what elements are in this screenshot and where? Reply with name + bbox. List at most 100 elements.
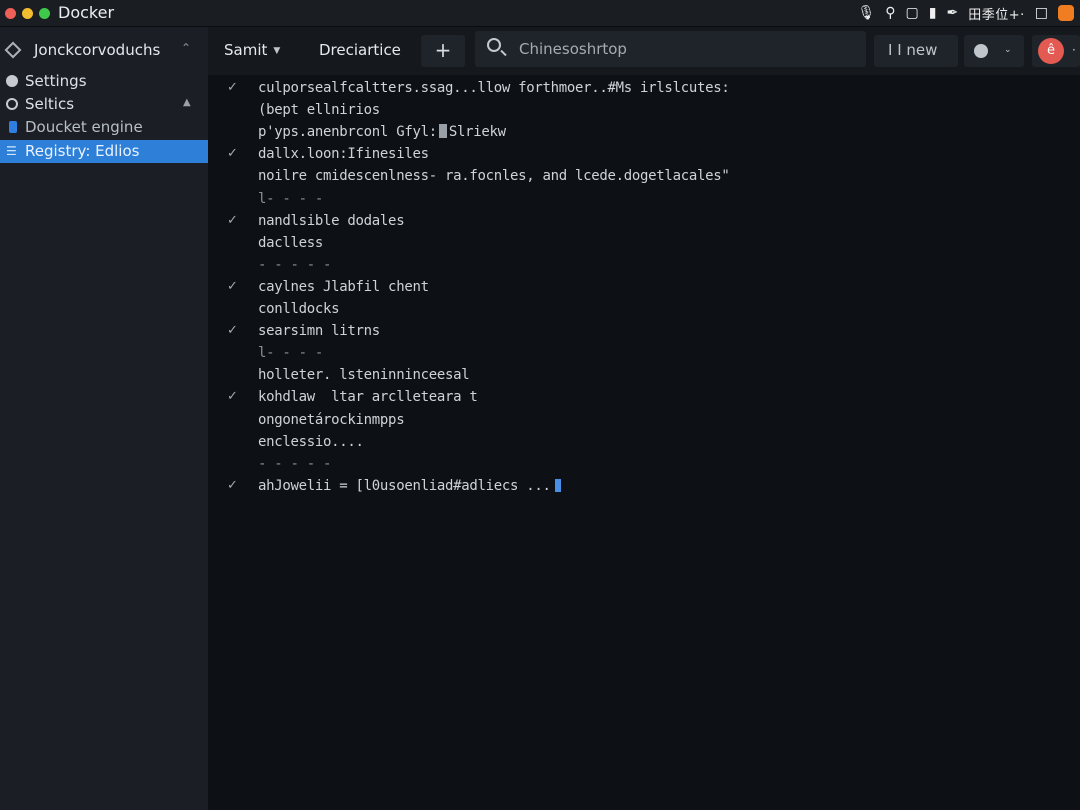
check-icon: ✓ [227,323,238,338]
menubar-icons: 🎙︎ ⚲ ▢ ▮ ✒ 田季位+· □ [858,2,1074,24]
log-line-text: enclessio.... [258,434,364,450]
input-method-icon[interactable]: 田季位+· [968,4,1025,23]
log-line-text: daclless [258,235,323,251]
lion-icon[interactable] [1058,5,1074,21]
registry-icon: ☰ [6,144,17,158]
minimize-window-button[interactable] [22,8,33,19]
log-line-text: kohdlaw ltar arclleteara t [258,389,478,405]
sidebar-item-registry[interactable]: ☰ Registry: Edlios [0,140,208,163]
check-icon: ✓ [227,389,238,404]
caret-down-icon: ⌄ [1004,45,1012,55]
log-text: l- - - - [258,191,324,207]
log-text: caylnes Jlabfil chent [258,279,429,295]
log-line: ongonetárockinmpps [208,410,1080,432]
log-line: holleter. lsteninninceesal [208,365,1080,387]
search-bar [475,31,866,67]
chevron-up-icon[interactable]: ⌃ [181,41,191,55]
add-button[interactable]: + [421,35,465,67]
log-text: nandlsible dodales [258,213,405,229]
log-text: kohdlaw ltar arclleteara t [258,389,478,405]
log-text: (bept ellnirios [258,102,380,118]
search-input[interactable] [519,37,849,61]
log-text: ahJowelii = [l0usoenliad#adliecs ... [258,478,551,494]
sidebar-item-seltics[interactable]: Seltics ▲ [0,93,208,116]
log-line: l- - - - [208,189,1080,211]
user-menu[interactable]: ê · [1032,35,1080,67]
log-text: enclessio.... [258,434,364,450]
log-text: holleter. lsteninninceesal [258,367,470,383]
check-icon: ✓ [227,279,238,294]
log-text: - - - - - [258,257,332,273]
close-window-button[interactable] [5,8,16,19]
log-line-text: dallx.loon:Ifinesiles [258,146,429,162]
caret-down-icon: ▼ [273,46,281,56]
sidebar: Jonckcorvoduchs ⌃ Settings Seltics ▲ Dou… [0,27,208,810]
avatar: ê [1038,38,1064,64]
log-line-text: culporsealfcaltters.ssag...llow forthmoe… [258,80,730,96]
check-icon: ✓ [227,213,238,228]
sidebar-item-label: Registry: Edlios [25,142,140,160]
log-line: ✓ dallx.loon:Ifinesiles [208,144,1080,166]
title-bar: Docker 🎙︎ ⚲ ▢ ▮ ✒ 田季位+· □ [0,0,1080,27]
log-line: p'yps.anenbrconl Gfyl: Slriekw [208,122,1080,144]
sidebar-header-label: Jonckcorvoduchs [34,41,161,59]
search-icon[interactable]: ⚲ [885,2,895,24]
log-text: noilre cmidescenlness- ra.focnles, and l… [258,168,730,184]
log-text: p'yps.anenbrconl Gfyl: [258,124,437,140]
new-button[interactable]: I I new [874,35,958,67]
window-icon[interactable]: □ [1035,2,1048,24]
log-line: ✓ ahJowelii = [l0usoenliad#adliecs ... [208,476,1080,498]
log-text: dallx.loon:Ifinesiles [258,146,429,162]
log-line-text: p'yps.anenbrconl Gfyl: Slriekw [258,124,506,140]
log-line-text: nandlsible dodales [258,213,405,229]
mic-icon[interactable]: 🎙︎ [858,2,876,24]
caret-up-icon[interactable]: ▲ [183,97,191,108]
log-line-text: (bept ellnirios [258,102,380,118]
log-line-text: - - - - - [258,257,331,273]
log-text: searsimn litrns [258,323,380,339]
check-icon: ✓ [227,80,238,95]
dev-tab[interactable]: Dreciartice [319,35,401,67]
log-text-after: Slriekw [448,124,506,140]
check-icon: ✓ [227,478,238,493]
log-text: daclless [258,235,324,251]
globe-dropdown[interactable]: ⌄ [964,35,1024,67]
log-line-text: noilre cmidescenlness- ra.focnles, and l… [258,168,730,184]
log-line-text: ongonetárockinmpps [258,412,405,428]
check-icon: ✓ [227,146,238,161]
log-line-text: - - - - - [258,456,331,472]
sidebar-item-label: Settings [25,72,87,90]
log-line-text: l- - - - [258,345,323,361]
cursor-block-icon [438,124,447,138]
log-line: ✓ searsimn litrns [208,321,1080,343]
sidebar-item-label: Seltics [25,95,75,113]
sidebar-item-engine[interactable]: Doucket engine [0,116,208,139]
toolbar: Samit ▼ Dreciartice + I I new ⌄ ê · [208,27,1080,75]
log-text: conlldocks [258,301,340,317]
log-line: conlldocks [208,299,1080,321]
log-line-text: caylnes Jlabfil chent [258,279,429,295]
maximize-window-button[interactable] [39,8,50,19]
search-icon [487,38,501,52]
sidebar-item-settings[interactable]: Settings [0,70,208,93]
diamond-icon [4,41,22,59]
gear-icon [6,75,18,87]
log-line: ✓ nandlsible dodales [208,211,1080,233]
log-line-text: searsimn litrns [258,323,380,339]
log-line: noilre cmidescenlness- ra.focnles, and l… [208,166,1080,188]
sidebar-item-label: Doucket engine [25,118,143,136]
log-line-text: conlldocks [258,301,340,317]
text-cursor-icon [554,479,561,492]
log-line: ✓ caylnes Jlabfil chent [208,277,1080,299]
pen-icon[interactable]: ✒ [947,2,959,24]
log-text: l- - - - [258,345,324,361]
log-text: - - - - - [258,456,332,472]
log-line: daclless [208,233,1080,255]
log-text: culporsealfcaltters.ssag...llow forthmoe… [258,80,730,96]
log-output: ✓ culporsealfcaltters.ssag...llow forthmo… [208,75,1080,810]
clipboard-icon[interactable]: ▮ [929,2,937,24]
square-icon[interactable]: ▢ [906,2,919,24]
sidebar-header[interactable]: Jonckcorvoduchs ⌃ [0,39,208,63]
log-line: ✓ kohdlaw ltar arclleteara t [208,387,1080,409]
start-dropdown[interactable]: Samit ▼ [224,35,280,67]
